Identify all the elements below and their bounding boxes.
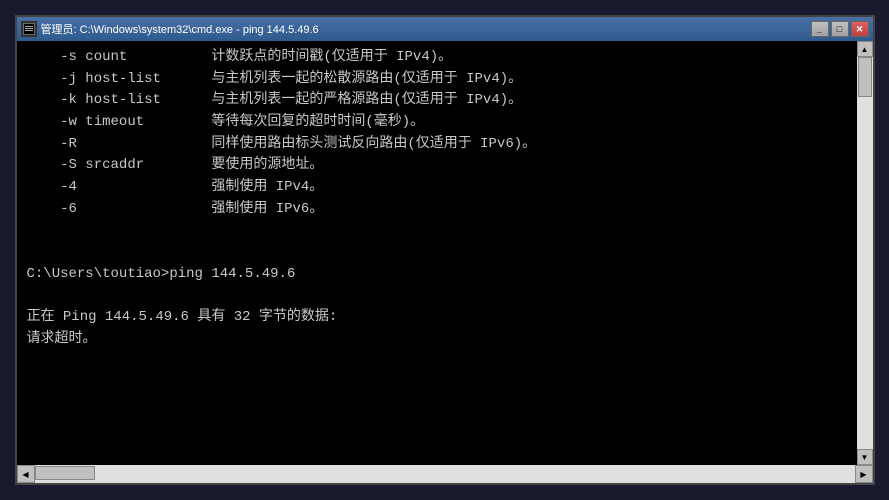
horizontal-track[interactable]	[35, 465, 855, 483]
maximize-button[interactable]: □	[831, 21, 849, 37]
console-line	[27, 221, 863, 243]
horizontal-scrollbar[interactable]: ◀ ▶	[17, 465, 873, 483]
minimize-button[interactable]: _	[811, 21, 829, 37]
title-bar: 管理员: C:\Windows\system32\cmd.exe - ping …	[17, 17, 873, 41]
console-line: C:\Users\toutiao>ping 144.5.49.6	[27, 264, 863, 286]
scroll-left-button[interactable]: ◀	[17, 465, 35, 483]
cmd-window: 管理员: C:\Windows\system32\cmd.exe - ping …	[15, 15, 875, 485]
console-line: 正在 Ping 144.5.49.6 具有 32 字节的数据:	[27, 307, 863, 329]
console-line: -j host-list 与主机列表一起的松散源路由(仅适用于 IPv4)。	[27, 69, 863, 91]
close-button[interactable]: ✕	[851, 21, 869, 37]
console-line: -6 强制使用 IPv6。	[27, 199, 863, 221]
window-title: 管理员: C:\Windows\system32\cmd.exe - ping …	[41, 21, 319, 37]
scroll-thumb[interactable]	[858, 57, 872, 97]
scroll-right-button[interactable]: ▶	[855, 465, 873, 483]
console-line: -S srcaddr 要使用的源地址。	[27, 155, 863, 177]
console-line: 请求超时。	[27, 329, 863, 351]
horizontal-thumb[interactable]	[35, 466, 95, 480]
console-line	[27, 242, 863, 264]
console-line: -k host-list 与主机列表一起的严格源路由(仅适用于 IPv4)。	[27, 90, 863, 112]
scroll-up-button[interactable]: ▲	[857, 41, 873, 57]
scroll-track[interactable]	[857, 57, 873, 449]
console-line	[27, 286, 863, 308]
console-line: -4 强制使用 IPv4。	[27, 177, 863, 199]
cmd-icon	[21, 21, 37, 37]
window-controls: _ □ ✕	[811, 21, 869, 37]
console-line: -w timeout 等待每次回复的超时时间(毫秒)。	[27, 112, 863, 134]
console-line: -s count 计数跃点的时间戳(仅适用于 IPv4)。	[27, 47, 863, 69]
scroll-down-button[interactable]: ▼	[857, 449, 873, 465]
vertical-scrollbar[interactable]: ▲ ▼	[857, 41, 873, 465]
console-line: -R 同样使用路由标头测试反向路由(仅适用于 IPv6)。	[27, 134, 863, 156]
title-bar-left: 管理员: C:\Windows\system32\cmd.exe - ping …	[21, 21, 319, 37]
console-output: -s count 计数跃点的时间戳(仅适用于 IPv4)。 -j host-li…	[17, 41, 873, 465]
